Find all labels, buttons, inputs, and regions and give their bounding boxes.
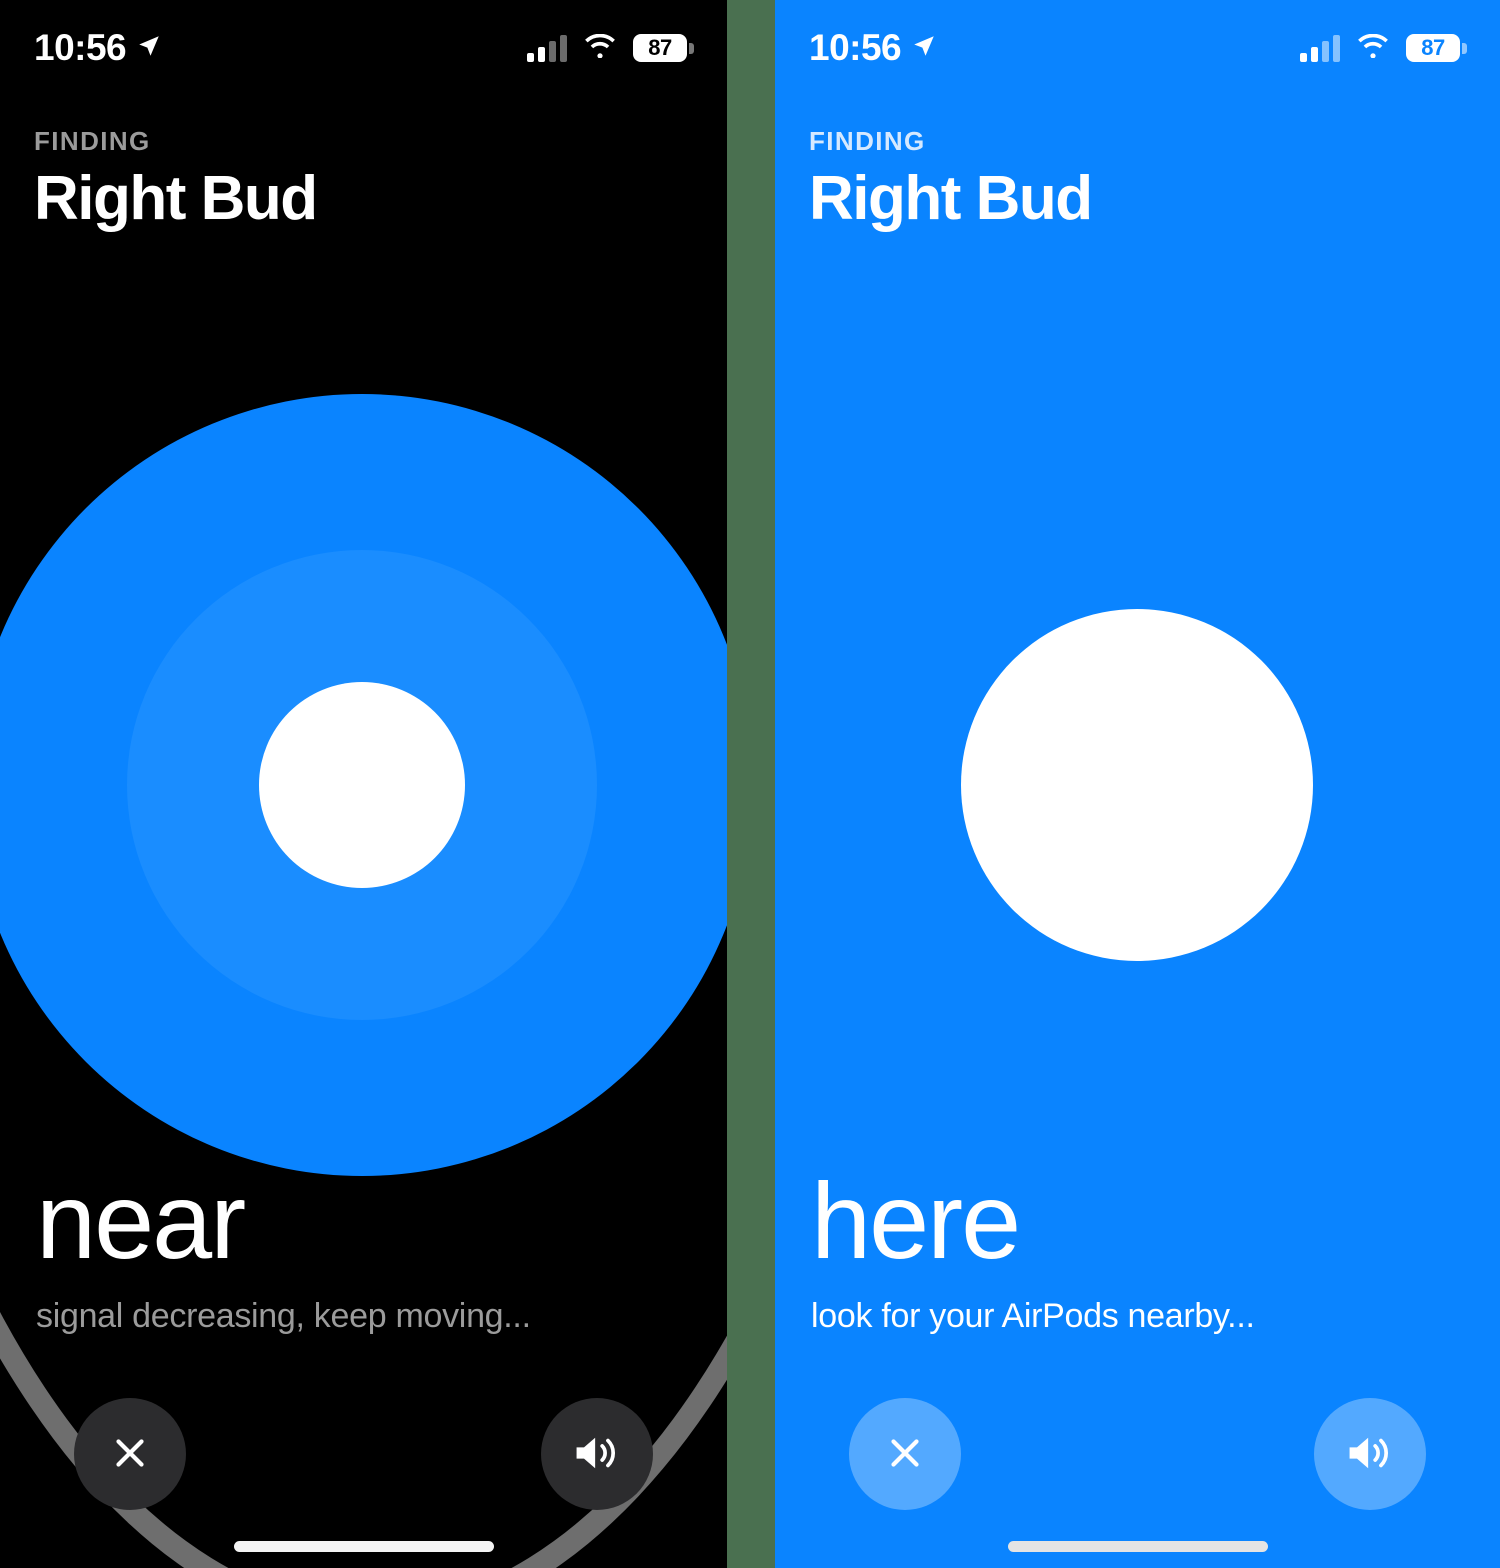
panel-divider: [727, 0, 775, 1568]
range-word: here: [811, 1160, 1021, 1281]
finding-header: FINDING Right Bud: [34, 126, 318, 234]
cellular-signal-icon: [527, 34, 567, 62]
status-bar-left: 10:56: [34, 27, 162, 69]
range-word: near: [36, 1160, 246, 1281]
range-status-here: here look for your AirPods nearby...: [811, 1167, 1255, 1336]
finding-eyebrow: FINDING: [34, 126, 151, 156]
proximity-center-dot: [961, 609, 1313, 961]
speaker-icon: [571, 1430, 623, 1479]
status-bar-right: 87: [527, 33, 694, 63]
page-title: Right Bud: [809, 164, 1093, 233]
panel-here: 10:56 87 FINDING Right Bud here look for…: [775, 0, 1500, 1568]
wifi-icon: [1357, 33, 1389, 63]
home-indicator[interactable]: [233, 1541, 494, 1552]
close-icon: [107, 1430, 153, 1479]
finding-eyebrow: FINDING: [809, 126, 926, 156]
page-title: Right Bud: [34, 164, 318, 233]
panel-near: 10:56 87 FINDING Right Bud near signal d…: [0, 0, 727, 1568]
battery-icon: 87: [1406, 34, 1467, 62]
close-button[interactable]: [849, 1398, 961, 1510]
battery-level: 87: [648, 35, 672, 60]
status-time: 10:56: [34, 27, 127, 68]
range-hint: look for your AirPods nearby...: [811, 1297, 1255, 1335]
status-bar-right: 87: [1300, 33, 1467, 63]
play-sound-button[interactable]: [541, 1398, 653, 1510]
status-bar: 10:56 87: [775, 0, 1500, 96]
action-bar: [0, 1398, 727, 1510]
range-hint: signal decreasing, keep moving...: [36, 1297, 531, 1335]
speaker-icon: [1344, 1430, 1396, 1479]
battery-icon: 87: [633, 34, 694, 62]
close-button[interactable]: [74, 1398, 186, 1510]
battery-level: 87: [1421, 35, 1445, 60]
play-sound-button[interactable]: [1314, 1398, 1426, 1510]
cellular-signal-icon: [1300, 34, 1340, 62]
status-time: 10:56: [809, 27, 902, 68]
status-bar-left: 10:56: [809, 27, 937, 69]
dual-screenshot-canvas: 10:56 87 FINDING Right Bud near signal d…: [0, 0, 1500, 1568]
status-bar: 10:56 87: [0, 0, 727, 96]
home-indicator[interactable]: [1007, 1541, 1268, 1552]
wifi-icon: [584, 33, 616, 63]
range-status-near: near signal decreasing, keep moving...: [36, 1167, 531, 1336]
proximity-center-dot: [259, 682, 465, 888]
action-bar: [775, 1398, 1500, 1510]
close-icon: [882, 1430, 928, 1479]
location-arrow-icon: [911, 33, 937, 64]
location-arrow-icon: [136, 33, 162, 64]
finding-header: FINDING Right Bud: [809, 126, 1093, 234]
